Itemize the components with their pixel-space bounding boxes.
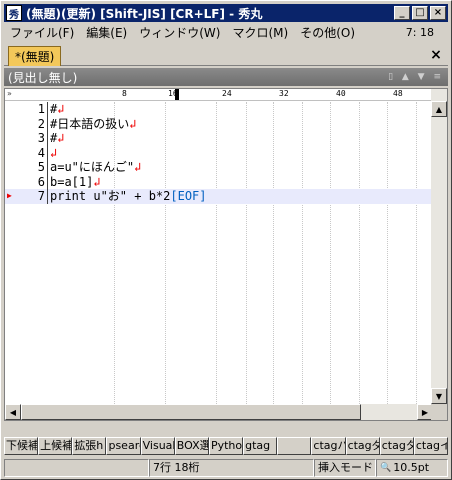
scroll-left-icon[interactable]: ◀ [5,404,21,420]
line-separator [47,116,48,131]
outline-bar[interactable]: (見出し無し) ▯ ▲ ▼ ≡ [4,68,448,86]
menu-other[interactable]: その他(O) [294,24,361,41]
line-text: #日本語の扱い [50,116,130,131]
ruler-number: 8 [122,89,127,98]
line-number: 1 [37,102,45,116]
newline-mark: ↲ [134,160,142,174]
line-text: a=u"にほんご" [50,160,135,174]
menu-macro[interactable]: マクロ(M) [226,24,294,41]
menu-file[interactable]: ファイル(F) [4,24,80,41]
horizontal-scrollbar[interactable]: ◀ ▶ [5,404,433,420]
newline-mark: ↲ [50,145,58,160]
line-separator [47,145,48,160]
newline-mark: ↲ [57,102,65,116]
fkey-3[interactable]: 拡張h [72,437,107,455]
line-number: 6 [37,174,45,189]
tab-bar: *(無題) × [4,44,448,66]
outline-label: (見出し無し) [8,70,78,85]
text-editor[interactable]: » 8 16 24 32 40 48 1 #↲ 2 #日本語の扱い↲ 3 #↲ 4 ↲ … [4,88,448,421]
fkey-10[interactable]: ctagバ [311,437,346,455]
fkey-1[interactable]: 下候補 [4,437,39,455]
line-separator [47,102,48,117]
menu-edit[interactable]: 編集(E) [80,24,133,41]
scroll-up-icon[interactable]: ▲ [431,101,447,117]
main-window: 秀 (無題)(更新) [Shift-JIS] [CR+LF] - 秀丸 _ □ … [0,0,452,480]
ruler-corner-icon: » [7,89,12,98]
line-text: b=a[1] [50,174,94,189]
line-number: 4 [37,145,45,160]
ruler-cursor-marker [175,89,179,100]
window-title: (無題)(更新) [Shift-JIS] [CR+LF] - 秀丸 [26,6,263,21]
line-number: 3 [37,131,45,145]
fkey-4[interactable]: psearc [106,437,141,455]
newline-mark: ↲ [93,174,101,189]
fkey-2[interactable]: 上候補 [38,437,73,455]
fkey-6[interactable]: BOX選 [174,437,209,455]
ruler: » 8 16 24 32 40 48 [5,89,433,101]
fkey-7[interactable]: Python [208,437,244,455]
fkey-13[interactable]: ctagイ [413,437,449,455]
fkey-5[interactable]: Visual [140,437,175,455]
scroll-corner [431,404,447,420]
minimize-button[interactable]: _ [394,6,410,20]
zoom-icon: 🔍 [380,463,392,473]
line-separator [47,160,48,175]
outline-controls-icon[interactable]: ▯ ▲ ▼ ≡ [388,72,444,82]
ruler-number: 40 [336,89,346,98]
fkey-11[interactable]: ctagダ [345,437,380,455]
title-bar[interactable]: 秀 (無題)(更新) [Shift-JIS] [CR+LF] - 秀丸 _ □ … [4,4,448,22]
line-number: 2 [37,116,45,131]
text-line-current[interactable]: ▶ 7 print u"お" + b*2[EOF] [5,189,433,204]
status-zoom[interactable]: 🔍 10.5pt [376,459,448,477]
tab-close-icon[interactable]: × [428,47,444,63]
text-line[interactable]: 2 #日本語の扱い↲ [5,116,433,131]
maximize-button[interactable]: □ [412,6,428,20]
text-area[interactable]: 1 #↲ 2 #日本語の扱い↲ 3 #↲ 4 ↲ 5 a=u"にほんご"↲ 6 b=a[1]… [5,102,433,204]
status-empty [4,459,149,477]
status-bar: 7行 18桁 挿入モード 🔍 10.5pt [4,459,448,477]
ruler-number: 48 [393,89,403,98]
menu-bar: ファイル(F) 編集(E) ウィンドウ(W) マクロ(M) その他(O) 7: … [4,23,448,41]
ruler-number: 24 [222,89,232,98]
line-separator [47,189,48,204]
horizontal-scroll-thumb[interactable] [21,404,361,420]
text-line[interactable]: 1 #↲ [5,102,433,117]
function-key-bar: 下候補 上候補 拡張h psearc Visual BOX選 Python gt… [4,437,449,455]
line-text: print u"お" + b*2 [50,189,171,203]
menu-window[interactable]: ウィンドウ(W) [133,24,226,41]
status-mode[interactable]: 挿入モード [314,459,376,477]
newline-mark: ↲ [129,116,137,131]
line-separator [47,131,48,146]
vertical-scrollbar[interactable]: ▲ ▼ [431,89,447,420]
hidemaru-app-icon[interactable]: 秀 [6,5,22,21]
eof-mark: [EOF] [170,189,207,203]
cursor-position: 7: 18 [405,25,434,39]
fkey-9[interactable] [277,437,312,455]
scroll-down-icon[interactable]: ▼ [431,388,447,404]
tab-untitled[interactable]: *(無題) [8,46,62,66]
text-line[interactable]: 3 #↲ [5,131,433,146]
text-line[interactable]: 5 a=u"にほんご"↲ [5,160,433,175]
fkey-8[interactable]: gtag [243,437,278,455]
status-position: 7行 18桁 [149,459,314,477]
line-number: 5 [37,160,45,174]
fkey-12[interactable]: ctagタ [379,437,414,455]
line-separator [47,174,48,189]
close-button[interactable]: × [430,6,446,20]
ruler-number: 32 [279,89,289,98]
text-line[interactable]: 4 ↲ [5,145,433,160]
newline-mark: ↲ [57,131,65,145]
line-number: 7 [37,189,45,203]
zoom-value: 10.5pt [393,461,430,474]
text-line[interactable]: 6 b=a[1]↲ [5,174,433,189]
